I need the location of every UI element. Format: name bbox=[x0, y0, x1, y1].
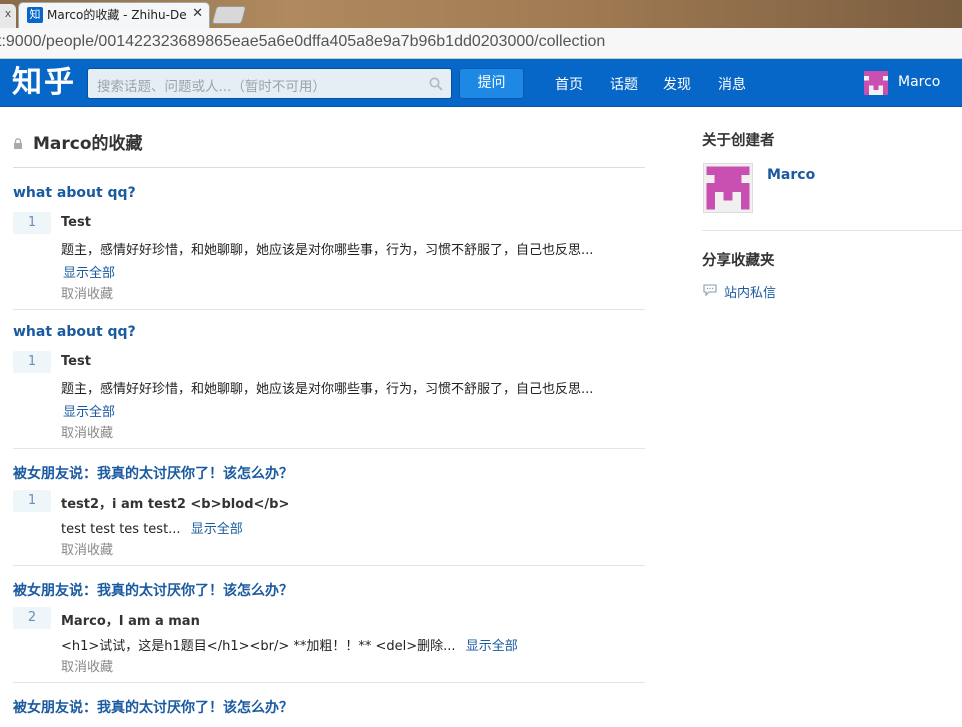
answer-summary: <h1>试试，这是h1题目</h1><br/> **加粗！！** <del>删除… bbox=[61, 639, 456, 654]
vote-count[interactable]: 1 bbox=[13, 212, 51, 234]
sidebar-divider bbox=[702, 230, 962, 231]
show-all-link[interactable]: 显示全部 bbox=[63, 262, 115, 281]
answer-author[interactable]: test2，i am test2 <b>blod</b> bbox=[61, 493, 289, 512]
collection-item: what about qq? 1 Test 题主，感情好好珍惜，和她聊聊，她应该… bbox=[13, 185, 645, 310]
zhihu-favicon-icon: 知 bbox=[27, 7, 43, 23]
vote-count[interactable]: 2 bbox=[13, 607, 51, 629]
answer-author[interactable]: Test bbox=[61, 354, 91, 369]
title-divider bbox=[13, 167, 645, 168]
collection-item: 被女朋友说：我真的太讨厌你了！该怎么办？ 2 Marco，I am a man … bbox=[13, 580, 645, 683]
show-all-link[interactable]: 显示全部 bbox=[63, 401, 115, 420]
address-bar[interactable]: t:9000/people/001422323689865eae5a6e0dff… bbox=[0, 28, 962, 59]
vote-count[interactable]: 1 bbox=[13, 490, 51, 512]
answer-author[interactable]: Test bbox=[61, 215, 91, 230]
answer-summary: 题主，感情好好珍惜，和她聊聊，她应该是对你哪些事，行为，习惯不舒服了，自己也反思… bbox=[61, 382, 594, 397]
question-title[interactable]: 被女朋友说：我真的太讨厌你了！该怎么办？ bbox=[13, 463, 293, 483]
speech-bubble-icon bbox=[703, 284, 717, 296]
ask-button[interactable]: 提问 bbox=[459, 68, 524, 99]
lock-icon bbox=[14, 138, 22, 149]
tab-close-icon[interactable]: ✕ bbox=[192, 6, 203, 22]
top-navbar: 知乎 搜索话题、问题或人...（暂时不可用） 提问 首页 话题 发现 消息 Ma… bbox=[0, 59, 962, 107]
tab-title: Marco的收藏 - Zhihu-De bbox=[47, 8, 187, 22]
tab-active[interactable]: 知 Marco的收藏 - Zhihu-De ✕ bbox=[18, 2, 210, 28]
show-all-link[interactable]: 显示全部 bbox=[466, 639, 518, 654]
private-message-link[interactable]: 站内私信 bbox=[724, 282, 776, 301]
user-avatar-icon[interactable] bbox=[864, 71, 888, 95]
page-title-text: Marco的收藏 bbox=[33, 134, 143, 154]
show-all-link[interactable]: 显示全部 bbox=[191, 522, 243, 537]
vote-count[interactable]: 1 bbox=[13, 351, 51, 373]
question-title[interactable]: what about qq? bbox=[13, 185, 136, 201]
answer-author[interactable]: Marco，I am a man bbox=[61, 610, 200, 629]
collection-item: 被女朋友说：我真的太讨厌你了！该怎么办？ 1 test2，i am test2 … bbox=[13, 463, 645, 566]
share-heading: 分享收藏夹 bbox=[702, 253, 775, 269]
collection-item: what about qq? 1 Test 题主，感情好好珍惜，和她聊聊，她应该… bbox=[13, 324, 645, 449]
search-input[interactable]: 搜索话题、问题或人...（暂时不可用） bbox=[87, 68, 452, 99]
search-icon[interactable] bbox=[429, 77, 443, 91]
previous-tab[interactable]: x bbox=[0, 4, 16, 28]
question-title[interactable]: 被女朋友说：我真的太讨厌你了！该怎么办？ bbox=[13, 580, 293, 600]
answer-summary: test test tes test... bbox=[61, 522, 181, 537]
tab-edge-close-label: x bbox=[4, 7, 12, 20]
answer-summary-row: test test tes test... 显示全部 bbox=[61, 518, 243, 537]
url-text[interactable]: t:9000/people/001422323689865eae5a6e0dff… bbox=[0, 33, 605, 51]
browser-tabstrip: x 知 Marco的收藏 - Zhihu-De ✕ bbox=[0, 0, 962, 28]
nav-user-name[interactable]: Marco bbox=[898, 74, 940, 90]
nav-home[interactable]: 首页 bbox=[555, 74, 583, 94]
question-title[interactable]: 被女朋友说：我真的太讨厌你了！该怎么办？ bbox=[13, 697, 293, 717]
nav-topics[interactable]: 话题 bbox=[610, 74, 638, 94]
creator-heading: 关于创建者 bbox=[702, 133, 775, 149]
nav-explore[interactable]: 发现 bbox=[663, 74, 691, 94]
creator-name[interactable]: Marco bbox=[767, 167, 815, 183]
uncollect-link[interactable]: 取消收藏 bbox=[61, 656, 113, 675]
answer-summary-row: <h1>试试，这是h1题目</h1><br/> **加粗！！** <del>删除… bbox=[61, 635, 518, 654]
uncollect-link[interactable]: 取消收藏 bbox=[61, 539, 113, 558]
zhihu-logo[interactable]: 知乎 bbox=[12, 63, 76, 103]
new-tab-button[interactable] bbox=[211, 6, 247, 24]
creator-avatar-icon[interactable] bbox=[703, 163, 753, 213]
question-title[interactable]: what about qq? bbox=[13, 324, 136, 340]
uncollect-link[interactable]: 取消收藏 bbox=[61, 283, 113, 302]
answer-summary: 题主，感情好好珍惜，和她聊聊，她应该是对你哪些事，行为，习惯不舒服了，自己也反思… bbox=[61, 243, 594, 258]
uncollect-link[interactable]: 取消收藏 bbox=[61, 422, 113, 441]
search-placeholder: 搜索话题、问题或人...（暂时不可用） bbox=[97, 79, 326, 95]
nav-messages[interactable]: 消息 bbox=[718, 74, 746, 94]
collection-item: 被女朋友说：我真的太讨厌你了！该怎么办？ bbox=[13, 697, 645, 727]
